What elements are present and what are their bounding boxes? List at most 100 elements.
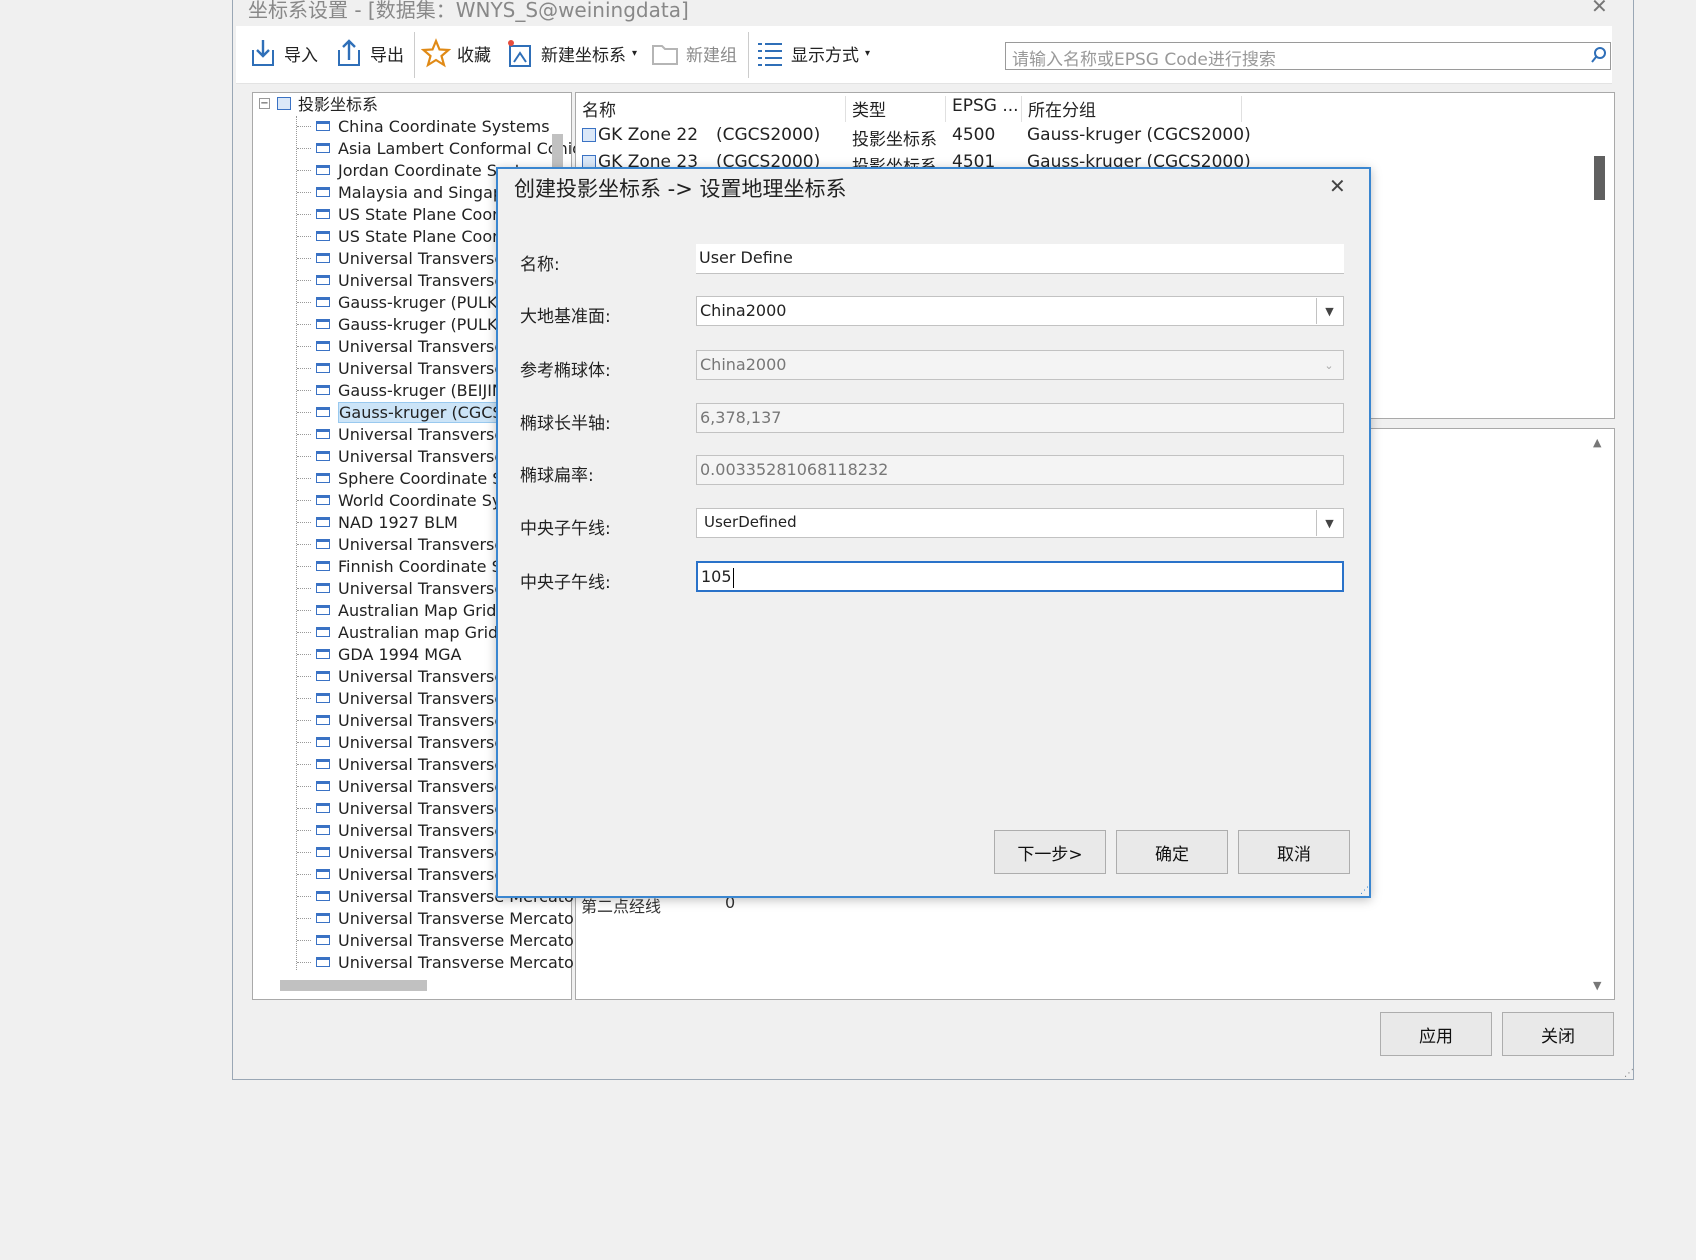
column-header-epsg[interactable]: EPSG ...	[946, 96, 1022, 122]
chevron-down-icon[interactable]: ▼	[1316, 298, 1342, 324]
datum-select[interactable]: China2000 ▼	[696, 296, 1344, 326]
tree-item-label: Universal Transverse Mercator (I	[338, 952, 597, 972]
folder-icon	[316, 869, 330, 879]
row-epsg[interactable]: 4500	[952, 125, 995, 145]
apply-button[interactable]: 应用	[1380, 1012, 1492, 1056]
tree-connector	[297, 412, 311, 413]
new-group-button[interactable]: 新建组	[650, 38, 737, 68]
tree-item[interactable]: Asia Lambert Conformal Conic	[297, 137, 581, 159]
central-meridian-value: UserDefined	[704, 513, 797, 531]
folder-icon	[316, 429, 330, 439]
window-title: 坐标系设置 - [数据集：WNYS_S@weiningdata]	[248, 0, 689, 22]
tree-item-label: GDA 1994 MGA	[338, 644, 462, 664]
scroll-down-icon[interactable]: ▼	[1593, 979, 1601, 992]
folder-icon	[316, 935, 330, 945]
tree-item[interactable]: NAD 1927 BLM	[297, 511, 458, 533]
tree-connector	[297, 962, 311, 963]
folder-icon	[316, 231, 330, 241]
folder-icon	[316, 187, 330, 197]
list-vertical-scrollbar[interactable]	[1594, 156, 1605, 200]
ok-button[interactable]: 确定	[1116, 830, 1228, 874]
scroll-up-icon[interactable]: ▲	[1593, 436, 1601, 449]
tree-item-label: Asia Lambert Conformal Conic	[338, 138, 581, 158]
row-datum[interactable]: (CGCS2000)	[716, 125, 820, 145]
search-input[interactable]: 请输入名称或EPSG Code进行搜索	[1005, 42, 1611, 70]
tree-connector	[297, 324, 311, 325]
tree-connector	[297, 280, 311, 281]
tree-connector	[297, 698, 311, 699]
tree-item[interactable]: GDA 1994 MGA	[297, 643, 462, 665]
name-input[interactable]: User Define	[696, 244, 1344, 274]
tree-connector	[297, 258, 311, 259]
folder-icon	[316, 275, 330, 285]
tree-connector	[297, 368, 311, 369]
row-name[interactable]: GK Zone 22	[598, 125, 698, 145]
datum-value: China2000	[700, 301, 787, 320]
tree-connector-line	[296, 116, 297, 970]
name-label: 名称:	[520, 255, 560, 275]
folder-icon	[316, 913, 330, 923]
tree-connector	[297, 786, 311, 787]
tree-root-projection[interactable]: 投影坐标系	[298, 92, 378, 114]
tree-connector	[297, 566, 311, 567]
resize-grip-icon[interactable]: ⋰	[1624, 1068, 1634, 1079]
ellipsoid-select: China2000 ⌄	[696, 350, 1344, 380]
tree-item[interactable]: China Coordinate Systems	[297, 115, 550, 137]
tree-connector	[297, 918, 311, 919]
folder-icon	[316, 715, 330, 725]
tree-item-label: NAD 1927 BLM	[338, 512, 458, 532]
close-icon[interactable]: ✕	[1591, 0, 1608, 18]
folder-icon	[316, 385, 330, 395]
display-mode-label: 显示方式	[791, 45, 859, 66]
flattening-label: 椭球扁率:	[520, 466, 594, 486]
dialog-title: 创建投影坐标系 -> 设置地理坐标系	[514, 177, 847, 201]
central-meridian-input[interactable]: 105	[696, 561, 1344, 592]
tree-connector	[297, 478, 311, 479]
folder-icon	[316, 847, 330, 857]
folder-icon	[316, 297, 330, 307]
tree-connector	[297, 522, 311, 523]
import-button[interactable]: 导入	[248, 38, 318, 68]
tree-item[interactable]: Universal Transverse Mercator (I	[297, 907, 596, 929]
tree-connector	[297, 896, 311, 897]
tree-connector	[297, 874, 311, 875]
folder-icon	[316, 341, 330, 351]
cancel-button[interactable]: 取消	[1238, 830, 1350, 874]
collapse-icon[interactable]: −	[259, 98, 270, 109]
close-icon[interactable]: ✕	[1329, 174, 1346, 198]
tree-connector	[297, 302, 311, 303]
folder-icon	[316, 781, 330, 791]
tree-connector	[297, 148, 311, 149]
chevron-down-icon[interactable]: ▼	[1316, 510, 1342, 536]
export-button[interactable]: 导出	[334, 38, 404, 68]
semi-major-field: 6,378,137	[696, 403, 1344, 433]
tree-connector	[297, 192, 311, 193]
resize-grip-icon[interactable]: ⋰	[1360, 886, 1369, 896]
star-icon	[421, 38, 451, 68]
central-meridian-input-value: 105	[701, 567, 732, 586]
list-icon	[755, 38, 785, 68]
display-mode-button[interactable]: 显示方式 ▾	[755, 38, 870, 68]
column-header-name[interactable]: 名称	[576, 96, 846, 122]
row-group[interactable]: Gauss-kruger (CGCS2000)	[1027, 125, 1251, 145]
tree-connector	[297, 126, 311, 127]
column-header-type[interactable]: 类型	[846, 96, 946, 122]
next-button[interactable]: 下一步>	[994, 830, 1106, 874]
close-button[interactable]: 关闭	[1502, 1012, 1614, 1056]
folder-icon	[316, 209, 330, 219]
search-icon[interactable]	[1591, 46, 1607, 64]
tree-horizontal-scrollbar[interactable]	[280, 980, 427, 991]
ellipsoid-value: China2000	[700, 355, 787, 374]
export-label: 导出	[370, 45, 404, 66]
tree-item[interactable]: Universal Transverse Mercator (I	[297, 951, 597, 973]
central-meridian-label: 中央子午线:	[520, 519, 611, 539]
dropdown-arrow-icon: ▾	[865, 47, 871, 59]
column-header-group[interactable]: 所在分组	[1022, 96, 1242, 122]
row-type[interactable]: 投影坐标系	[852, 125, 937, 150]
tree-connector	[297, 544, 311, 545]
folder-icon	[316, 957, 330, 967]
central-meridian-select[interactable]: UserDefined ▼	[696, 508, 1344, 538]
new-coord-system-button[interactable]: 新建坐标系 ▾	[505, 38, 637, 68]
favorite-button[interactable]: 收藏	[421, 38, 491, 68]
tree-item[interactable]: Universal Transverse Mercator (I	[297, 929, 596, 951]
